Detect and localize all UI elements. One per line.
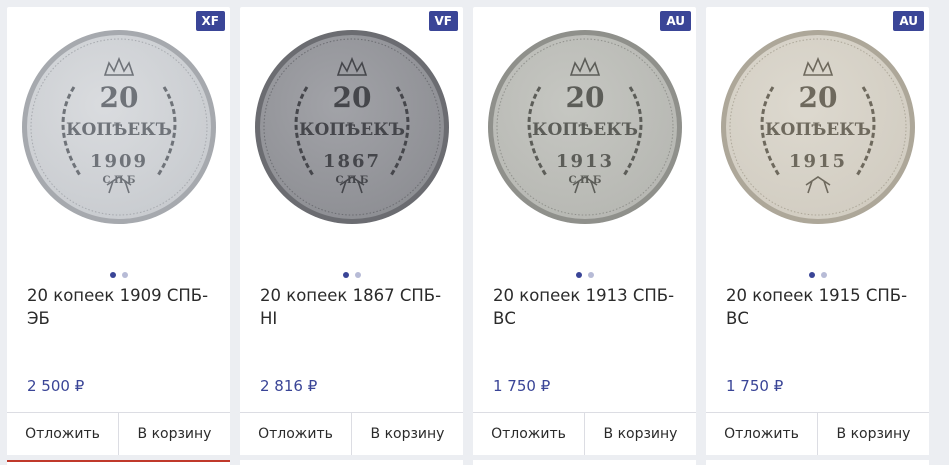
coin-image: 20 КОПѢЕКЪ 1867 С.П.Б: [254, 30, 449, 224]
product-title[interactable]: 20 копеек 1909 СПБ-ЭБ: [27, 284, 222, 330]
product-card[interactable]: AU 20 КОПѢЕКЪ 1913 С.П.Б 20 копеек 1913 СПБ-В…: [473, 7, 696, 455]
carousel-dot-2[interactable]: [587, 272, 594, 278]
coin-denomination: 20: [798, 81, 837, 114]
product-price: 1 750 ₽: [493, 377, 551, 395]
coin-image: 20 КОПѢЕКЪ 1915: [720, 30, 915, 224]
add-to-cart-button[interactable]: В корзину: [351, 413, 463, 455]
carousel-dot-1[interactable]: [342, 272, 349, 278]
next-row-card-edge: [473, 460, 696, 465]
product-price: 1 750 ₽: [726, 377, 784, 395]
next-row-card-edge: [240, 460, 463, 465]
product-price: 2 500 ₽: [27, 377, 85, 395]
coin-image: 20 КОПѢЕКЪ 1913 С.П.Б: [487, 30, 682, 224]
defer-button[interactable]: Отложить: [240, 413, 351, 455]
image-carousel-dots: [473, 272, 696, 280]
coin-mint: С.П.Б: [335, 175, 368, 186]
product-image[interactable]: 20 КОПѢЕКЪ 1867 С.П.Б: [240, 27, 463, 267]
next-row-card-edge: [7, 460, 230, 465]
add-to-cart-button[interactable]: В корзину: [584, 413, 696, 455]
coin-word: КОПѢЕКЪ: [299, 120, 405, 140]
defer-button[interactable]: Отложить: [473, 413, 584, 455]
card-actions: Отложить В корзину: [7, 412, 230, 455]
coin-word: КОПѢЕКЪ: [66, 120, 172, 140]
coin-denomination: 20: [332, 81, 371, 114]
product-card[interactable]: AU 20 КОПѢЕКЪ 1915 20 копеек 1915 СПБ-ВС 1 75…: [706, 7, 929, 455]
defer-button[interactable]: Отложить: [7, 413, 118, 455]
card-actions: Отложить В корзину: [706, 412, 929, 455]
coin-year: 1909: [89, 151, 147, 172]
add-to-cart-button[interactable]: В корзину: [817, 413, 929, 455]
next-row-card-edge: [706, 460, 929, 465]
coin-year: 1915: [788, 151, 846, 172]
product-price: 2 816 ₽: [260, 377, 318, 395]
coin-year: 1867: [322, 151, 380, 172]
coin-word: КОПѢЕКЪ: [765, 120, 871, 140]
coin-year: 1913: [555, 151, 613, 172]
product-card[interactable]: VF 20 КОПѢЕКЪ 1867 С.П.Б 20 копеек 1867 СПБ-Н…: [240, 7, 463, 455]
card-actions: Отложить В корзину: [473, 412, 696, 455]
carousel-dot-2[interactable]: [121, 272, 128, 278]
carousel-dot-2[interactable]: [354, 272, 361, 278]
product-title[interactable]: 20 копеек 1867 СПБ-НІ: [260, 284, 455, 330]
product-image[interactable]: 20 КОПѢЕКЪ 1909 С.П.Б: [7, 27, 230, 267]
product-image[interactable]: 20 КОПѢЕКЪ 1913 С.П.Б: [473, 27, 696, 267]
coin-denomination: 20: [99, 81, 138, 114]
coin-denomination: 20: [565, 81, 604, 114]
product-image[interactable]: 20 КОПѢЕКЪ 1915: [706, 27, 929, 267]
image-carousel-dots: [240, 272, 463, 280]
carousel-dot-1[interactable]: [109, 272, 116, 278]
product-title[interactable]: 20 копеек 1915 СПБ-ВС: [726, 284, 921, 330]
carousel-dot-1[interactable]: [808, 272, 815, 278]
image-carousel-dots: [7, 272, 230, 280]
product-title[interactable]: 20 копеек 1913 СПБ-ВС: [493, 284, 688, 330]
coin-word: КОПѢЕКЪ: [532, 120, 638, 140]
coin-image: 20 КОПѢЕКЪ 1909 С.П.Б: [21, 30, 216, 224]
add-to-cart-button[interactable]: В корзину: [118, 413, 230, 455]
carousel-dot-1[interactable]: [575, 272, 582, 278]
carousel-dot-2[interactable]: [820, 272, 827, 278]
defer-button[interactable]: Отложить: [706, 413, 817, 455]
card-actions: Отложить В корзину: [240, 412, 463, 455]
coin-mint: С.П.Б: [568, 175, 601, 186]
coin-mint: С.П.Б: [102, 175, 135, 186]
product-card[interactable]: XF 20 КОПѢЕКЪ 1909 С.П.Б 20 копеек 1909 СПБ-Э…: [7, 7, 230, 455]
image-carousel-dots: [706, 272, 929, 280]
